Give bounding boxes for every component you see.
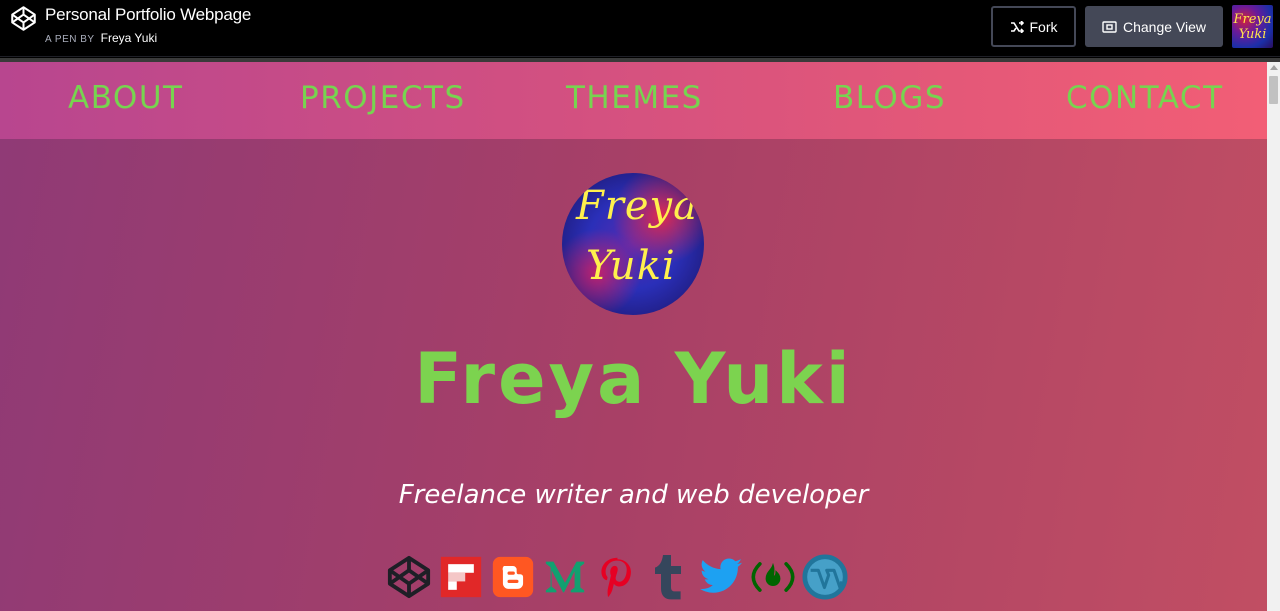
layout-icon <box>1102 20 1117 33</box>
nav-about[interactable]: ABOUT <box>68 80 183 116</box>
by-prefix: A PEN BY <box>45 34 95 45</box>
pinterest-icon <box>601 557 631 597</box>
change-view-button[interactable]: Change View <box>1085 6 1223 47</box>
wordpress-icon <box>802 554 848 600</box>
profile-picture: Freya Yuki <box>562 173 704 315</box>
flipboard-icon <box>440 556 482 598</box>
pen-byline: A PEN BY Freya Yuki <box>45 31 157 45</box>
author-link[interactable]: Freya Yuki <box>101 31 157 45</box>
nav-blogs[interactable]: BLOGS <box>833 80 946 116</box>
codepen-icon <box>387 555 431 599</box>
freecodecamp-icon <box>751 562 795 592</box>
fork-icon <box>1010 20 1024 33</box>
hero-tagline: Freelance writer and web developer <box>398 480 869 510</box>
nav-projects[interactable]: PROJECTS <box>300 80 466 116</box>
preview-scrollbar[interactable] <box>1267 62 1280 611</box>
avatar-text-line-1: Freya <box>1233 11 1272 27</box>
twitter-icon <box>699 558 743 593</box>
codepen-link[interactable] <box>386 553 432 601</box>
blogger-icon <box>492 556 534 598</box>
change-view-label: Change View <box>1122 18 1207 35</box>
pen-title[interactable]: Personal Portfolio Webpage <box>45 5 251 25</box>
scroll-thumb[interactable] <box>1269 76 1278 104</box>
site-navbar: ABOUT PROJECTS THEMES BLOGS CONTACT <box>0 62 1267 139</box>
pinterest-link[interactable] <box>594 553 640 601</box>
flipboard-link[interactable] <box>438 553 484 601</box>
avatar-text-line-2: Yuki <box>1238 26 1267 42</box>
user-avatar[interactable]: Freya Yuki <box>1232 5 1273 48</box>
freecodecamp-link[interactable] <box>750 553 796 601</box>
nav-contact[interactable]: CONTACT <box>1066 80 1224 116</box>
hero-name: Freya Yuki <box>414 338 853 420</box>
social-links <box>386 552 848 602</box>
pen-preview: ABOUT PROJECTS THEMES BLOGS CONTACT Frey… <box>0 62 1267 611</box>
fork-label: Fork <box>1029 18 1058 35</box>
wordpress-link[interactable] <box>802 553 848 601</box>
fork-button[interactable]: Fork <box>991 6 1076 47</box>
twitter-link[interactable] <box>698 553 744 601</box>
tumblr-icon <box>655 555 681 600</box>
nav-themes[interactable]: THEMES <box>566 80 703 116</box>
profile-text-line-1: Freya <box>576 183 698 229</box>
profile-text-line-2: Yuki <box>586 243 676 289</box>
medium-link[interactable] <box>542 553 588 601</box>
codepen-logo-icon[interactable] <box>10 5 37 32</box>
codepen-header: Personal Portfolio Webpage A PEN BY Frey… <box>0 0 1280 57</box>
blogger-link[interactable] <box>490 553 536 601</box>
tumblr-link[interactable] <box>646 553 692 601</box>
medium-icon <box>545 561 585 593</box>
scroll-up-arrow-icon[interactable] <box>1270 65 1278 70</box>
